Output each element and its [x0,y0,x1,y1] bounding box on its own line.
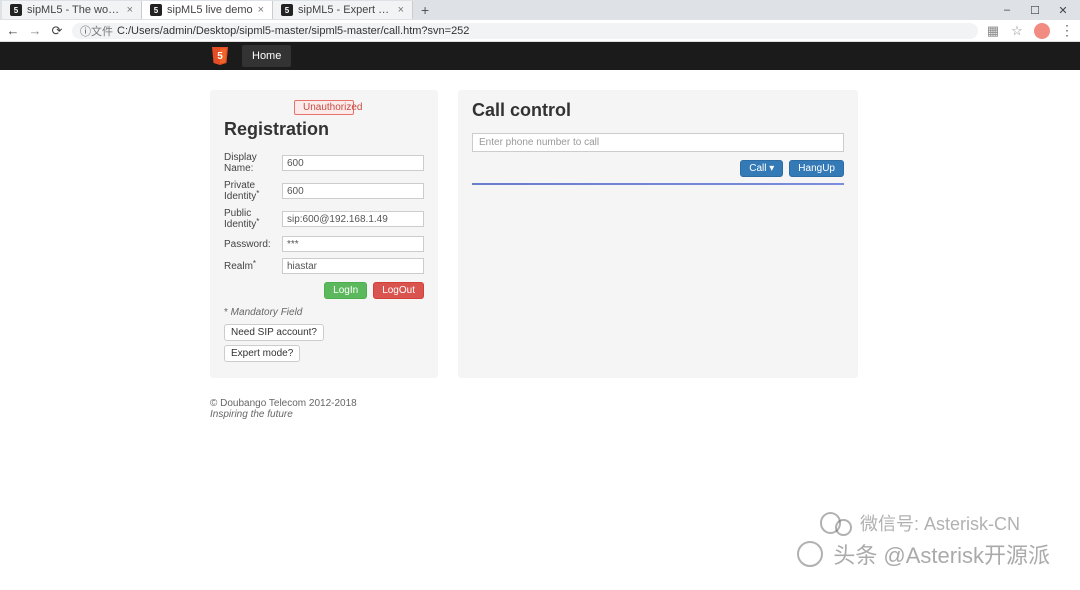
private-identity-label: Private Identity [224,180,282,202]
realm-label: Realm [224,261,282,272]
footer-tagline: Inspiring the future [210,409,1080,420]
tab-sipml5-demo[interactable]: 5 sipML5 live demo × [142,1,273,19]
tab-close-icon[interactable]: × [258,4,264,16]
tab-title: sipML5 - Expert mode [298,4,393,16]
toutiao-icon [797,541,823,567]
public-identity-label: Public Identity [224,208,282,230]
tab-sipml5-expert[interactable]: 5 sipML5 - Expert mode × [273,1,413,19]
phone-number-input[interactable] [472,133,844,152]
svg-text:5: 5 [217,51,223,62]
favicon-icon: 5 [150,4,162,16]
logout-button[interactable]: LogOut [373,282,424,299]
password-input[interactable] [282,236,424,252]
call-control-panel: Call control Call ▾ HangUp [458,90,858,378]
bookmark-icon[interactable]: ☆ [1010,23,1024,39]
tab-bar: 5 sipML5 - The world's first open… × 5 s… [0,0,1080,20]
window-minimize-button[interactable]: – [1000,4,1014,17]
tab-title: sipML5 live demo [167,4,253,16]
browser-chrome: 5 sipML5 - The world's first open… × 5 s… [0,0,1080,42]
watermark-wechat-text: 微信号: Asterisk-CN [860,510,1020,536]
url-input[interactable]: ⓘ 文件 C:/Users/admin/Desktop/sipml5-maste… [72,23,978,39]
user-avatar[interactable] [1034,23,1050,39]
window-controls: – ☐ ✕ [1000,4,1078,17]
file-icon: ⓘ [80,23,91,39]
address-bar: ← → ⟳ ⓘ 文件 C:/Users/admin/Desktop/sipml5… [0,20,1080,42]
tab-close-icon[interactable]: × [127,4,133,16]
url-text: C:/Users/admin/Desktop/sipml5-master/sip… [117,25,469,37]
nav-forward-button[interactable]: → [28,23,42,38]
footer-copyright: © Doubango Telecom 2012-2018 [210,398,1080,409]
watermark-toutiao: 头条 @Asterisk开源派 [797,538,1050,570]
tab-title: sipML5 - The world's first open… [27,4,122,16]
tab-sipml5-home[interactable]: 5 sipML5 - The world's first open… × [2,1,142,19]
display-name-input[interactable] [282,155,424,171]
call-divider [472,183,844,185]
footer: © Doubango Telecom 2012-2018 Inspiring t… [210,398,1080,420]
display-name-label: Display Name: [224,152,282,174]
mandatory-note: Mandatory Field [224,307,424,318]
password-label: Password: [224,239,282,250]
favicon-icon: 5 [10,4,22,16]
registration-panel: Unauthorized Registration Display Name: … [210,90,438,378]
url-scheme-label: 文件 [91,23,113,39]
window-maximize-button[interactable]: ☐ [1028,4,1042,17]
call-control-title: Call control [472,100,844,121]
registration-title: Registration [224,119,424,140]
nav-back-button[interactable]: ← [6,23,20,38]
call-button[interactable]: Call ▾ [740,160,783,177]
new-tab-button[interactable]: + [413,0,437,20]
nav-reload-button[interactable]: ⟳ [50,23,64,39]
html5-logo-icon: 5 [210,45,230,67]
hangup-button[interactable]: HangUp [789,160,844,177]
need-sip-account-button[interactable]: Need SIP account? [224,324,324,341]
login-button[interactable]: LogIn [324,282,367,299]
expert-mode-button[interactable]: Expert mode? [224,345,300,362]
watermark-wechat: 微信号: Asterisk-CN [820,510,1020,536]
browser-menu-button[interactable]: ⋮ [1060,22,1074,39]
page-navbar: 5 Home [0,42,1080,70]
status-badge: Unauthorized [294,100,354,115]
nav-home-link[interactable]: Home [242,45,291,67]
realm-input[interactable] [282,258,424,274]
window-close-button[interactable]: ✕ [1056,4,1070,17]
wechat-icon [820,512,852,534]
watermark-toutiao-text: 头条 @Asterisk开源派 [833,538,1050,570]
public-identity-input[interactable] [282,211,424,227]
private-identity-input[interactable] [282,183,424,199]
translate-icon[interactable]: ▦ [986,23,1000,39]
favicon-icon: 5 [281,4,293,16]
tab-close-icon[interactable]: × [398,4,404,16]
